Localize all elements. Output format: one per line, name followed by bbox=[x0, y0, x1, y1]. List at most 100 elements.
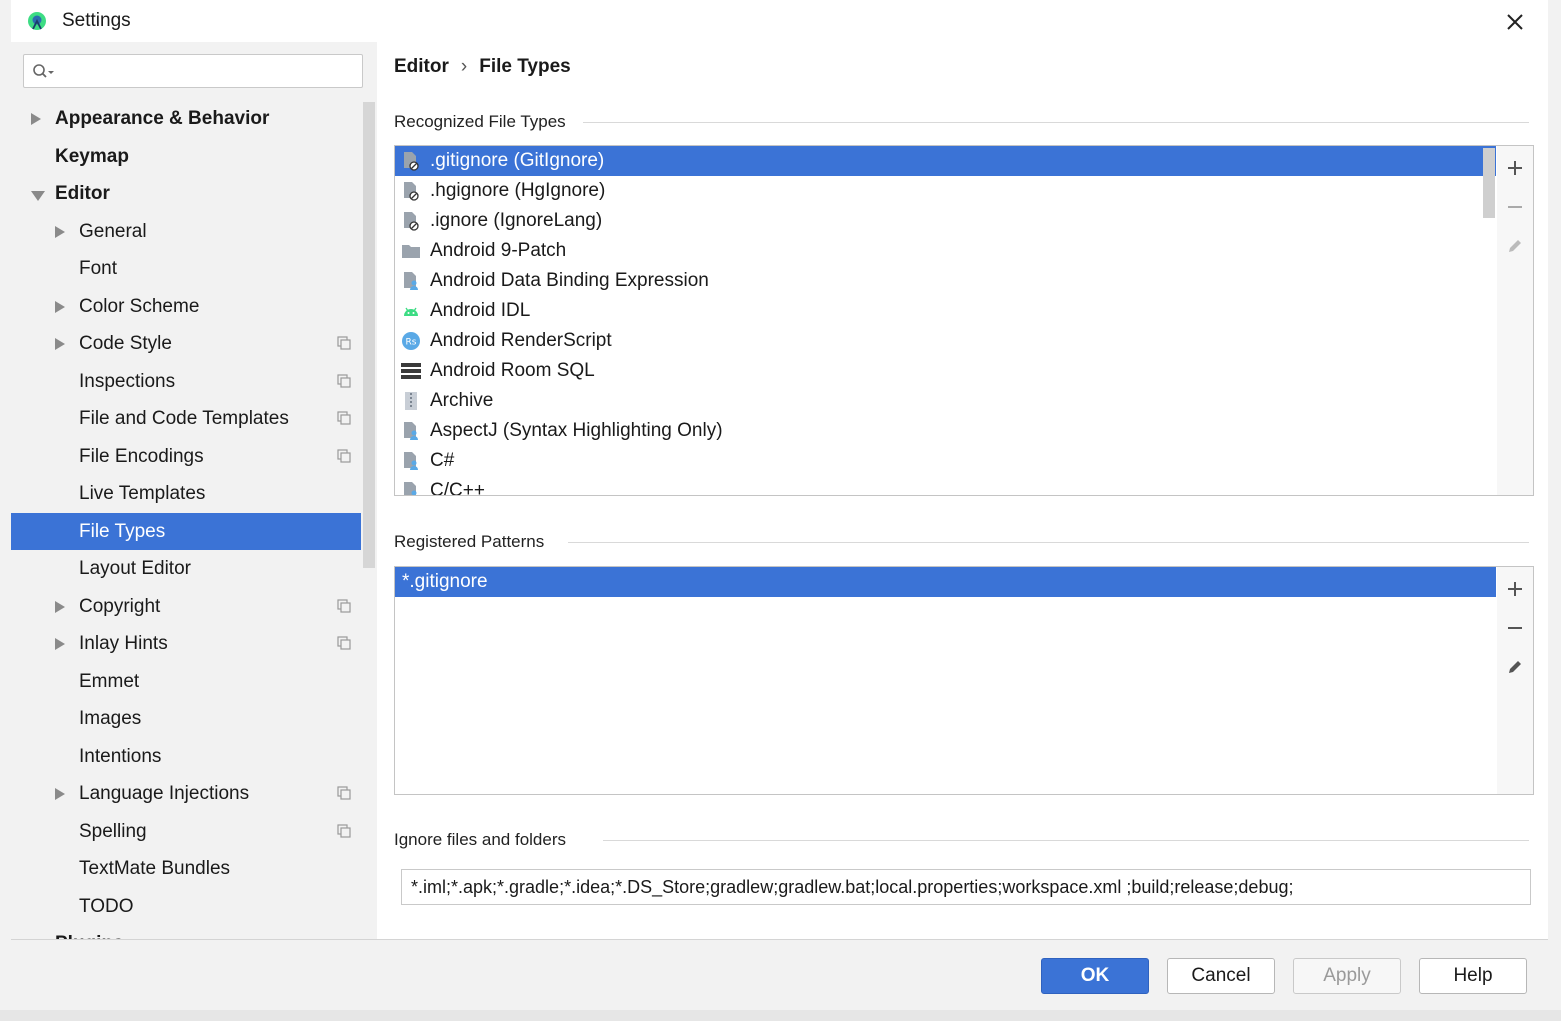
settings-dialog: Settings Appearance & Behavior Keymap Edit… bbox=[11, 0, 1548, 1010]
sidebar-item[interactable]: TextMate Bundles bbox=[11, 850, 361, 887]
file-type-row[interactable]: Android 9-Patch bbox=[395, 236, 1496, 266]
recognized-types-label: Recognized File Types bbox=[394, 112, 566, 131]
sidebar-item[interactable]: Color Scheme bbox=[11, 288, 361, 325]
sidebar-item-label: Images bbox=[79, 708, 142, 729]
ignore-files-label: Ignore files and folders bbox=[394, 830, 566, 849]
sidebar-item[interactable]: Font bbox=[11, 250, 361, 287]
file-type-label: Android Data Binding Expression bbox=[430, 270, 709, 291]
sidebar-item-label: Live Templates bbox=[79, 483, 206, 504]
edit-icon[interactable] bbox=[1505, 236, 1525, 256]
breadcrumb-separator: › bbox=[460, 56, 468, 77]
sidebar-item[interactable]: Keymap bbox=[11, 138, 361, 175]
cancel-button[interactable]: Cancel bbox=[1167, 958, 1275, 994]
collapsed-arrow-icon[interactable] bbox=[55, 300, 65, 313]
ignore-files-input[interactable]: *.iml;*.apk;*.gradle;*.idea;*.DS_Store;g… bbox=[401, 869, 1531, 905]
sidebar-item[interactable]: Images bbox=[11, 700, 361, 737]
remove-icon[interactable] bbox=[1505, 618, 1525, 638]
sidebar-item[interactable]: Intentions bbox=[11, 738, 361, 775]
file-type-row[interactable]: C# bbox=[395, 446, 1496, 476]
sidebar-item-label: General bbox=[79, 220, 147, 242]
add-icon[interactable] bbox=[1505, 158, 1525, 178]
sidebar-item[interactable]: Spelling bbox=[11, 813, 361, 850]
sidebar-item[interactable]: Inspections bbox=[11, 363, 361, 400]
sidebar-item[interactable]: Plugins bbox=[11, 925, 361, 939]
file-type-label: Archive bbox=[430, 390, 494, 411]
sidebar-item-label: Intentions bbox=[79, 745, 162, 767]
android-studio-icon bbox=[28, 12, 46, 30]
edit-icon[interactable] bbox=[1505, 657, 1525, 677]
sidebar-item-label: Appearance & Behavior bbox=[55, 108, 270, 129]
sidebar-item[interactable]: File Encodings bbox=[11, 438, 361, 475]
project-scope-icon bbox=[337, 448, 351, 463]
project-scope-icon bbox=[337, 411, 351, 425]
sidebar-item[interactable]: Copyright bbox=[11, 588, 361, 625]
sidebar-item[interactable]: Emmet bbox=[11, 663, 361, 700]
sidebar-item[interactable]: Language Injections bbox=[11, 775, 361, 812]
file-type-row[interactable]: .ignore (IgnoreLang) bbox=[395, 206, 1496, 236]
settings-content: Editor › File Types Recognized File Types … bbox=[377, 42, 1548, 939]
list-scrollbar[interactable] bbox=[1483, 148, 1495, 218]
file-type-row[interactable]: .hgignore (HgIgnore) bbox=[395, 176, 1496, 206]
sidebar-item[interactable]: Appearance & Behavior bbox=[11, 100, 361, 137]
sidebar-item-label: Font bbox=[79, 258, 118, 279]
file-type-label: AspectJ (Syntax Highlighting Only) bbox=[430, 420, 723, 441]
file-type-row[interactable]: .gitignore (GitIgnore) bbox=[395, 146, 1496, 176]
generic-file-icon bbox=[404, 452, 418, 470]
pattern-row[interactable]: *.gitignore bbox=[395, 567, 1496, 597]
expanded-arrow-icon[interactable] bbox=[31, 191, 45, 201]
breadcrumb-current: File Types bbox=[479, 56, 571, 77]
collapsed-arrow-icon[interactable] bbox=[55, 600, 65, 613]
sidebar-item-label: Color Scheme bbox=[79, 295, 200, 317]
close-icon[interactable] bbox=[1501, 8, 1529, 36]
collapsed-arrow-icon[interactable] bbox=[55, 638, 65, 650]
sidebar-scrollbar[interactable] bbox=[363, 102, 375, 568]
sidebar-item[interactable]: Inlay Hints bbox=[11, 625, 361, 662]
background-editor-left bbox=[0, 0, 11, 1021]
sidebar-item-label: File Types bbox=[79, 520, 166, 542]
project-scope-icon bbox=[337, 786, 351, 800]
search-input[interactable] bbox=[58, 59, 358, 85]
collapsed-arrow-icon[interactable] bbox=[55, 338, 65, 350]
generic-file-icon bbox=[404, 422, 418, 440]
file-type-label: .ignore (IgnoreLang) bbox=[430, 210, 603, 231]
remove-icon[interactable] bbox=[1505, 197, 1525, 217]
breadcrumb: Editor › File Types bbox=[394, 56, 571, 78]
window-title: Settings bbox=[62, 10, 131, 31]
sidebar-item[interactable]: Layout Editor bbox=[11, 550, 361, 587]
sidebar-item[interactable]: File Types bbox=[11, 512, 361, 550]
settings-search[interactable] bbox=[23, 54, 363, 88]
sidebar-item[interactable]: File and Code Templates bbox=[11, 400, 361, 437]
sidebar-item-label: Inspections bbox=[79, 370, 176, 392]
ok-button[interactable]: OK bbox=[1041, 958, 1149, 994]
sidebar-item-label: TextMate Bundles bbox=[79, 858, 231, 879]
section-divider bbox=[568, 542, 1529, 543]
ignore-file-icon bbox=[404, 212, 419, 231]
collapsed-arrow-icon[interactable] bbox=[31, 113, 41, 125]
project-scope-icon bbox=[337, 823, 351, 838]
collapsed-arrow-icon[interactable] bbox=[55, 225, 65, 238]
file-type-label: C# bbox=[430, 450, 455, 471]
file-type-row[interactable]: AspectJ (Syntax Highlighting Only) bbox=[395, 416, 1496, 446]
file-type-row[interactable]: Android Data Binding Expression bbox=[395, 266, 1496, 296]
collapsed-arrow-icon[interactable] bbox=[55, 788, 65, 800]
add-icon[interactable] bbox=[1505, 579, 1525, 599]
sidebar-item[interactable]: TODO bbox=[11, 888, 361, 925]
sidebar-item[interactable]: Code Style bbox=[11, 325, 361, 362]
apply-button[interactable]: Apply bbox=[1293, 958, 1401, 994]
project-scope-icon bbox=[337, 336, 351, 350]
sidebar-item-label: Layout Editor bbox=[79, 558, 191, 579]
file-type-row[interactable]: Archive bbox=[395, 386, 1496, 416]
sidebar-item[interactable]: Live Templates bbox=[11, 475, 361, 512]
sidebar-item[interactable]: General bbox=[11, 213, 361, 250]
file-type-label: Android Room SQL bbox=[430, 360, 595, 381]
file-type-row[interactable]: Android Room SQL bbox=[395, 356, 1496, 386]
ignore-file-icon bbox=[404, 152, 419, 171]
file-type-row[interactable]: Android IDL bbox=[395, 296, 1496, 326]
help-button[interactable]: Help bbox=[1419, 958, 1527, 994]
section-divider bbox=[603, 840, 1529, 841]
file-type-label: Android IDL bbox=[430, 300, 531, 321]
file-type-row[interactable]: Rs Android RenderScript bbox=[395, 326, 1496, 356]
sidebar-item[interactable]: Editor bbox=[11, 175, 361, 212]
breadcrumb-parent[interactable]: Editor bbox=[394, 56, 449, 77]
file-type-row[interactable]: C/C++ bbox=[395, 476, 1496, 495]
